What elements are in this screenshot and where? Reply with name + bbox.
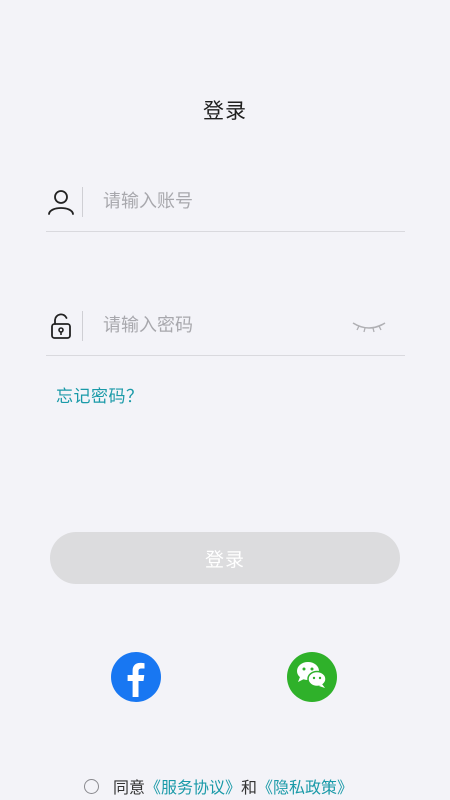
wechat-login-button[interactable] [287, 652, 337, 702]
login-button[interactable]: 登录 [50, 532, 400, 584]
agreement-and: 和 [241, 778, 258, 797]
privacy-policy-link[interactable]: 《隐私政策》 [257, 774, 353, 798]
terms-of-service-link[interactable]: 《服务协议》 [145, 774, 241, 798]
facebook-login-button[interactable] [111, 652, 161, 702]
account-input[interactable] [103, 191, 405, 212]
field-divider [82, 186, 83, 217]
agreement-row: 同意 《服务协议》 和 《隐私政策》 [84, 774, 353, 798]
user-icon [46, 187, 76, 217]
password-field [46, 296, 405, 356]
wechat-icon [287, 650, 337, 704]
eye-closed-icon[interactable] [349, 314, 389, 338]
unlock-icon [46, 311, 76, 341]
facebook-icon [111, 650, 161, 704]
field-divider [82, 310, 83, 341]
account-field [46, 172, 405, 232]
agree-radio[interactable] [84, 778, 99, 794]
password-input[interactable] [103, 315, 349, 336]
agreement-prefix: 同意 [113, 778, 146, 797]
forgot-password-link[interactable]: 忘记密码？ [56, 382, 144, 407]
page-title: 登录 [203, 99, 247, 123]
